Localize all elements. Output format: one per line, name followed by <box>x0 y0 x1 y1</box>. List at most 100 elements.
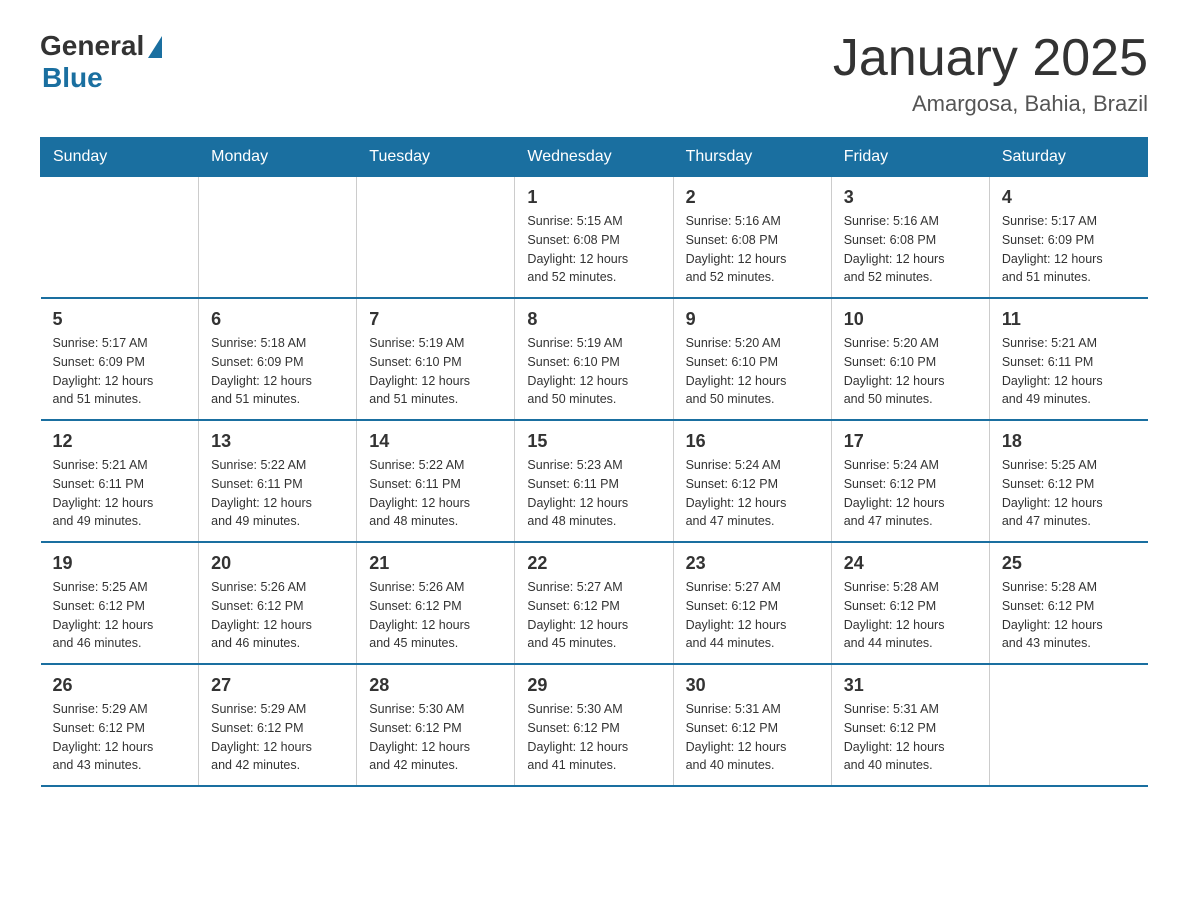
calendar-subtitle: Amargosa, Bahia, Brazil <box>833 91 1148 117</box>
calendar-cell: 12 Sunrise: 5:21 AM Sunset: 6:11 PM Dayli… <box>41 420 199 542</box>
logo-triangle-icon <box>148 36 162 58</box>
day-number: 20 <box>211 553 344 574</box>
day-info: Sunrise: 5:16 AM Sunset: 6:08 PM Dayligh… <box>844 212 977 287</box>
day-number: 9 <box>686 309 819 330</box>
day-number: 27 <box>211 675 344 696</box>
calendar-cell: 16 Sunrise: 5:24 AM Sunset: 6:12 PM Dayli… <box>673 420 831 542</box>
calendar-week-row: 12 Sunrise: 5:21 AM Sunset: 6:11 PM Dayli… <box>41 420 1148 542</box>
calendar-week-row: 5 Sunrise: 5:17 AM Sunset: 6:09 PM Daylig… <box>41 298 1148 420</box>
day-number: 25 <box>1002 553 1136 574</box>
day-number: 21 <box>369 553 502 574</box>
day-info: Sunrise: 5:25 AM Sunset: 6:12 PM Dayligh… <box>53 578 187 653</box>
logo: General Blue <box>40 30 162 94</box>
day-info: Sunrise: 5:28 AM Sunset: 6:12 PM Dayligh… <box>1002 578 1136 653</box>
calendar-cell: 30 Sunrise: 5:31 AM Sunset: 6:12 PM Dayli… <box>673 664 831 786</box>
calendar-cell: 3 Sunrise: 5:16 AM Sunset: 6:08 PM Daylig… <box>831 177 989 299</box>
calendar-table: SundayMondayTuesdayWednesdayThursdayFrid… <box>40 137 1148 787</box>
calendar-cell: 19Sunrise: 5:25 AM Sunset: 6:12 PM Dayli… <box>41 542 199 664</box>
calendar-week-row: 1 Sunrise: 5:15 AM Sunset: 6:08 PM Daylig… <box>41 177 1148 299</box>
day-number: 18 <box>1002 431 1136 452</box>
day-info: Sunrise: 5:29 AM Sunset: 6:12 PM Dayligh… <box>53 700 187 775</box>
day-info: Sunrise: 5:22 AM Sunset: 6:11 PM Dayligh… <box>211 456 344 531</box>
day-info: Sunrise: 5:22 AM Sunset: 6:11 PM Dayligh… <box>369 456 502 531</box>
day-number: 28 <box>369 675 502 696</box>
calendar-header-row: SundayMondayTuesdayWednesdayThursdayFrid… <box>41 138 1148 177</box>
calendar-cell: 24 Sunrise: 5:28 AM Sunset: 6:12 PM Dayli… <box>831 542 989 664</box>
day-info: Sunrise: 5:24 AM Sunset: 6:12 PM Dayligh… <box>686 456 819 531</box>
calendar-cell: 21 Sunrise: 5:26 AM Sunset: 6:12 PM Dayli… <box>357 542 515 664</box>
header-day-wednesday: Wednesday <box>515 138 673 177</box>
calendar-cell <box>357 177 515 299</box>
logo-blue-text: Blue <box>42 62 162 94</box>
calendar-week-row: 26Sunrise: 5:29 AM Sunset: 6:12 PM Dayli… <box>41 664 1148 786</box>
day-info: Sunrise: 5:26 AM Sunset: 6:12 PM Dayligh… <box>369 578 502 653</box>
day-info: Sunrise: 5:18 AM Sunset: 6:09 PM Dayligh… <box>211 334 344 409</box>
day-number: 11 <box>1002 309 1136 330</box>
day-info: Sunrise: 5:27 AM Sunset: 6:12 PM Dayligh… <box>527 578 660 653</box>
calendar-cell: 7Sunrise: 5:19 AM Sunset: 6:10 PM Daylig… <box>357 298 515 420</box>
calendar-cell: 1 Sunrise: 5:15 AM Sunset: 6:08 PM Daylig… <box>515 177 673 299</box>
calendar-cell: 6 Sunrise: 5:18 AM Sunset: 6:09 PM Daylig… <box>199 298 357 420</box>
day-info: Sunrise: 5:23 AM Sunset: 6:11 PM Dayligh… <box>527 456 660 531</box>
day-number: 29 <box>527 675 660 696</box>
day-info: Sunrise: 5:17 AM Sunset: 6:09 PM Dayligh… <box>1002 212 1136 287</box>
day-number: 12 <box>53 431 187 452</box>
day-info: Sunrise: 5:30 AM Sunset: 6:12 PM Dayligh… <box>527 700 660 775</box>
day-number: 10 <box>844 309 977 330</box>
calendar-cell: 9 Sunrise: 5:20 AM Sunset: 6:10 PM Daylig… <box>673 298 831 420</box>
day-number: 16 <box>686 431 819 452</box>
calendar-week-row: 19Sunrise: 5:25 AM Sunset: 6:12 PM Dayli… <box>41 542 1148 664</box>
day-number: 24 <box>844 553 977 574</box>
calendar-cell: 4Sunrise: 5:17 AM Sunset: 6:09 PM Daylig… <box>989 177 1147 299</box>
day-info: Sunrise: 5:21 AM Sunset: 6:11 PM Dayligh… <box>1002 334 1136 409</box>
day-info: Sunrise: 5:30 AM Sunset: 6:12 PM Dayligh… <box>369 700 502 775</box>
day-info: Sunrise: 5:21 AM Sunset: 6:11 PM Dayligh… <box>53 456 187 531</box>
day-number: 23 <box>686 553 819 574</box>
day-info: Sunrise: 5:24 AM Sunset: 6:12 PM Dayligh… <box>844 456 977 531</box>
day-info: Sunrise: 5:16 AM Sunset: 6:08 PM Dayligh… <box>686 212 819 287</box>
day-info: Sunrise: 5:19 AM Sunset: 6:10 PM Dayligh… <box>369 334 502 409</box>
day-number: 1 <box>527 187 660 208</box>
calendar-cell: 14Sunrise: 5:22 AM Sunset: 6:11 PM Dayli… <box>357 420 515 542</box>
day-number: 30 <box>686 675 819 696</box>
calendar-cell: 27Sunrise: 5:29 AM Sunset: 6:12 PM Dayli… <box>199 664 357 786</box>
calendar-cell: 23 Sunrise: 5:27 AM Sunset: 6:12 PM Dayli… <box>673 542 831 664</box>
day-info: Sunrise: 5:15 AM Sunset: 6:08 PM Dayligh… <box>527 212 660 287</box>
calendar-cell: 11 Sunrise: 5:21 AM Sunset: 6:11 PM Dayli… <box>989 298 1147 420</box>
day-number: 2 <box>686 187 819 208</box>
day-info: Sunrise: 5:28 AM Sunset: 6:12 PM Dayligh… <box>844 578 977 653</box>
day-number: 31 <box>844 675 977 696</box>
day-number: 15 <box>527 431 660 452</box>
calendar-cell <box>199 177 357 299</box>
day-number: 13 <box>211 431 344 452</box>
page-header: General Blue January 2025 Amargosa, Bahi… <box>40 30 1148 117</box>
day-info: Sunrise: 5:26 AM Sunset: 6:12 PM Dayligh… <box>211 578 344 653</box>
calendar-cell: 15 Sunrise: 5:23 AM Sunset: 6:11 PM Dayli… <box>515 420 673 542</box>
logo-general-text: General <box>40 30 144 62</box>
calendar-title: January 2025 <box>833 30 1148 87</box>
day-number: 6 <box>211 309 344 330</box>
day-info: Sunrise: 5:31 AM Sunset: 6:12 PM Dayligh… <box>686 700 819 775</box>
calendar-cell <box>41 177 199 299</box>
calendar-cell: 22 Sunrise: 5:27 AM Sunset: 6:12 PM Dayli… <box>515 542 673 664</box>
calendar-cell: 31Sunrise: 5:31 AM Sunset: 6:12 PM Dayli… <box>831 664 989 786</box>
header-day-sunday: Sunday <box>41 138 199 177</box>
calendar-cell: 17 Sunrise: 5:24 AM Sunset: 6:12 PM Dayli… <box>831 420 989 542</box>
header-day-monday: Monday <box>199 138 357 177</box>
day-number: 17 <box>844 431 977 452</box>
day-number: 22 <box>527 553 660 574</box>
calendar-cell: 20 Sunrise: 5:26 AM Sunset: 6:12 PM Dayli… <box>199 542 357 664</box>
calendar-cell: 5 Sunrise: 5:17 AM Sunset: 6:09 PM Daylig… <box>41 298 199 420</box>
calendar-cell: 2 Sunrise: 5:16 AM Sunset: 6:08 PM Daylig… <box>673 177 831 299</box>
calendar-cell: 8Sunrise: 5:19 AM Sunset: 6:10 PM Daylig… <box>515 298 673 420</box>
day-number: 3 <box>844 187 977 208</box>
day-info: Sunrise: 5:20 AM Sunset: 6:10 PM Dayligh… <box>686 334 819 409</box>
header-day-saturday: Saturday <box>989 138 1147 177</box>
calendar-cell: 13 Sunrise: 5:22 AM Sunset: 6:11 PM Dayli… <box>199 420 357 542</box>
header-day-friday: Friday <box>831 138 989 177</box>
day-info: Sunrise: 5:27 AM Sunset: 6:12 PM Dayligh… <box>686 578 819 653</box>
day-number: 5 <box>53 309 187 330</box>
day-info: Sunrise: 5:20 AM Sunset: 6:10 PM Dayligh… <box>844 334 977 409</box>
calendar-cell: 29 Sunrise: 5:30 AM Sunset: 6:12 PM Dayli… <box>515 664 673 786</box>
day-info: Sunrise: 5:17 AM Sunset: 6:09 PM Dayligh… <box>53 334 187 409</box>
